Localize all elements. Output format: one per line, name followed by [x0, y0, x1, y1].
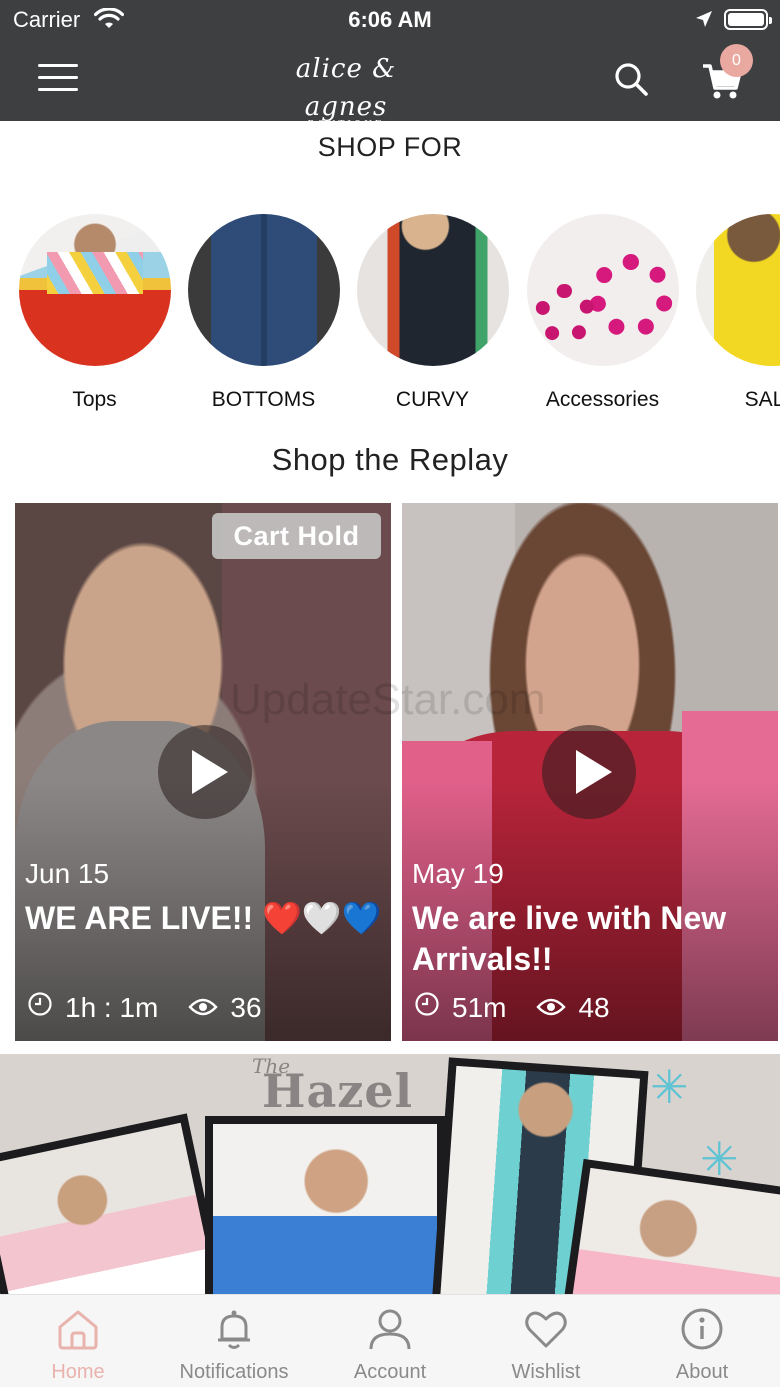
hamburger-menu-icon[interactable]: [38, 64, 78, 94]
category-carousel[interactable]: Tops BOTTOMS CURVY Accessories SALE: [0, 212, 780, 422]
starburst-icon: ✳: [650, 1061, 689, 1113]
category-curvy[interactable]: CURVY: [355, 212, 510, 412]
video-views: 48: [578, 991, 610, 1023]
home-icon: [56, 1307, 100, 1351]
status-bar: Carrier 6:06 AM: [0, 0, 780, 40]
app-header: Carrier 6:06 AM alice & agnes BOUTIQUE 0: [0, 0, 780, 130]
banner-hazel-text: Hazel: [262, 1064, 414, 1118]
video-duration: 51m: [452, 991, 507, 1023]
category-accessories-image: [526, 214, 679, 366]
shop-the-replay-heading: Shop the Replay: [271, 442, 509, 477]
info-icon: [680, 1307, 724, 1351]
video-meta: 51m 48: [414, 991, 640, 1024]
tab-label: Wishlist: [511, 1361, 581, 1383]
video-date: Jun 15: [25, 858, 110, 889]
tab-about[interactable]: About: [624, 1295, 780, 1387]
shop-for-heading: SHOP FOR: [317, 132, 463, 162]
user-icon: [368, 1307, 412, 1351]
eye-icon: [536, 992, 567, 1024]
location-arrow-icon: [694, 9, 714, 34]
tab-notifications[interactable]: Notifications: [156, 1295, 312, 1387]
logo-subtext: BOUTIQUE: [307, 120, 385, 130]
tab-account[interactable]: Account: [312, 1295, 468, 1387]
video-duration: 1h : 1m: [65, 991, 159, 1023]
category-tops-image: [18, 214, 171, 366]
category-label: BOTTOMS: [211, 388, 316, 411]
tab-home[interactable]: Home: [0, 1295, 156, 1387]
video-views: 36: [230, 991, 262, 1023]
heart-icon: [524, 1307, 568, 1351]
bottom-tab-bar: Home Notifications Account Wishlist Abou…: [0, 1294, 780, 1387]
tab-label: Account: [353, 1361, 427, 1383]
category-bottoms-image: [187, 214, 340, 366]
eye-icon: [188, 992, 219, 1024]
video-title: We are live with New Arrivals!!: [412, 900, 727, 977]
cart-hold-badge: Cart Hold: [212, 513, 381, 559]
replay-video-card[interactable]: Cart Hold Jun 15 WE ARE LIVE!! ❤️🤍💙 1h :…: [15, 503, 391, 1041]
battery-icon: [724, 9, 772, 30]
category-sale-image: [695, 214, 780, 366]
category-label: Accessories: [545, 388, 660, 411]
play-icon[interactable]: [158, 725, 252, 819]
category-tops[interactable]: Tops: [17, 212, 172, 412]
banner-photo: [558, 1158, 780, 1296]
play-icon[interactable]: [542, 725, 636, 819]
video-meta: 1h : 1m 36: [27, 991, 292, 1024]
replay-video-card[interactable]: May 19 We are live with New Arrivals!! 5…: [402, 503, 778, 1041]
category-sale[interactable]: SALE: [694, 212, 780, 412]
clock-icon: [27, 991, 53, 1024]
promo-banner[interactable]: The Hazel ✳ ✳ ✳: [0, 1054, 780, 1296]
category-label: Tops: [72, 388, 117, 411]
watermark: UpdateStar.com: [230, 675, 546, 724]
tab-label: Notifications: [179, 1361, 289, 1383]
category-accessories[interactable]: Accessories: [525, 212, 680, 412]
cart-count-badge: 0: [720, 44, 753, 77]
video-date: May 19: [412, 858, 504, 889]
category-label: SALE: [744, 388, 780, 411]
banner-photo: [205, 1116, 445, 1296]
category-curvy-image: [356, 214, 509, 366]
tab-label: About: [675, 1361, 729, 1383]
tab-label: Home: [51, 1361, 105, 1383]
brand-logo[interactable]: alice & agnes BOUTIQUE: [262, 50, 430, 130]
category-bottoms[interactable]: BOTTOMS: [186, 212, 341, 412]
tab-wishlist[interactable]: Wishlist: [468, 1295, 624, 1387]
video-title: WE ARE LIVE!! ❤️🤍💙: [25, 900, 382, 936]
status-time: 6:06 AM: [348, 7, 432, 32]
clock-icon: [414, 991, 440, 1024]
logo-text: alice & agnes: [295, 54, 397, 122]
category-label: CURVY: [395, 388, 470, 411]
banner-photo: [0, 1113, 229, 1296]
search-icon[interactable]: [612, 60, 650, 98]
bell-icon: [212, 1307, 256, 1351]
